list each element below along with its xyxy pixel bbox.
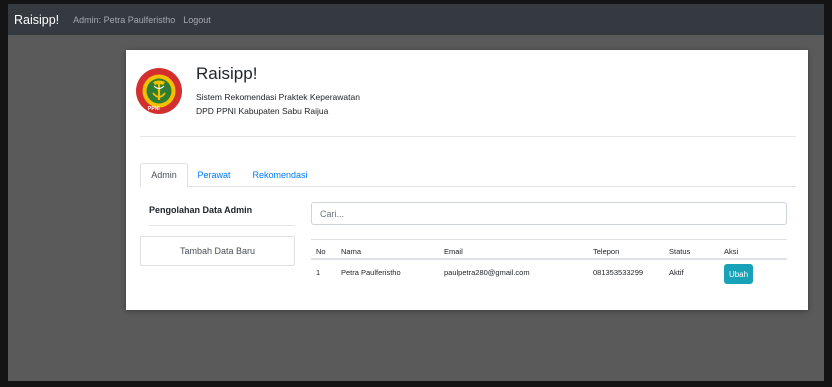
edit-button[interactable]: Ubah (724, 264, 753, 284)
cell-no: 1 (316, 268, 321, 277)
table-top-border (311, 239, 787, 240)
ppni-logo: PPNI (135, 67, 183, 115)
column-header-no: No (316, 247, 326, 256)
navbar-brand[interactable]: Raisipp! (14, 13, 59, 27)
cell-nama: Petra Paulferistho (341, 268, 401, 277)
column-header-telepon: Telepon (593, 247, 620, 256)
table-header-border (311, 258, 787, 260)
tabs-divider (140, 186, 796, 187)
page-title: Raisipp! (196, 64, 258, 83)
logout-link[interactable]: Logout (183, 15, 211, 25)
tab-perawat[interactable]: Perawat (192, 163, 236, 187)
navbar-admin-link[interactable]: Admin: Petra Paulferistho (73, 15, 175, 25)
column-header-email: Email (444, 247, 463, 256)
search-input[interactable] (311, 202, 787, 225)
column-header-aksi: Aksi (724, 247, 739, 256)
column-header-status: Status (669, 247, 691, 256)
cell-telepon: 081353533299 (593, 268, 644, 277)
section-title: Pengolahan Data Admin (149, 205, 253, 215)
logo-text: PPNI (148, 106, 160, 112)
tab-rekomendasi[interactable]: Rekomendasi (244, 163, 316, 187)
page-subtitle: Sistem Rekomendasi Praktek Keperawatan (196, 92, 360, 102)
tab-admin[interactable]: Admin (140, 163, 188, 187)
add-new-data-button[interactable]: Tambah Data Baru (140, 236, 295, 266)
header-divider (140, 136, 796, 137)
organization-name: DPD PPNI Kabupaten Sabu Raijua (196, 106, 329, 116)
cell-status: Aktif (669, 268, 684, 277)
column-header-nama: Nama (341, 247, 362, 256)
cell-email: paulpetra280@gmail.com (444, 268, 530, 277)
sidebar-divider (149, 225, 295, 226)
top-navbar: Raisipp! Admin: Petra Paulferistho Logou… (8, 0, 824, 35)
